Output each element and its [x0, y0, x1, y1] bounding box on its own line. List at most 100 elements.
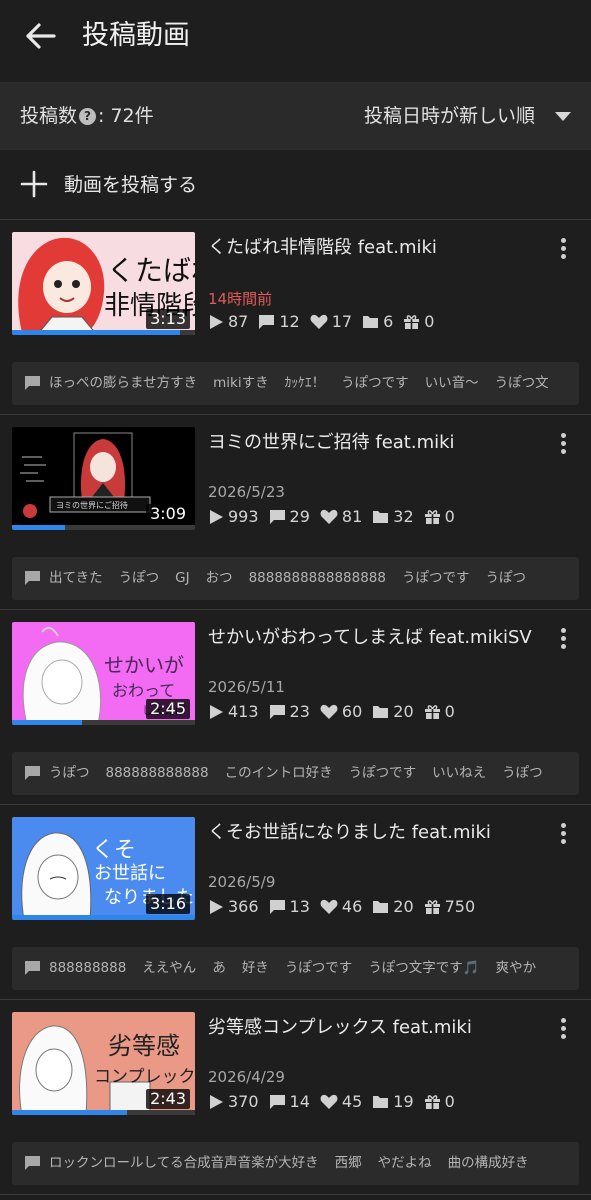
- comment-preview-item: mikiすき: [213, 375, 269, 391]
- comment-preview-item: このイントロ好き: [224, 765, 333, 781]
- video-thumbnail[interactable]: くたばれ 非情階段 3:13: [12, 232, 195, 335]
- gift-icon: [424, 1094, 440, 1109]
- comment-preview-item: うぽつです: [402, 570, 470, 586]
- app-bar: 投稿動画: [0, 0, 591, 74]
- gift-count: 0: [424, 1092, 455, 1111]
- heart-icon: [320, 899, 338, 914]
- gift-count: 0: [424, 507, 455, 526]
- video-thumbnail[interactable]: ヨミの世界にご招待 3:09: [12, 427, 195, 530]
- view-count: 366: [208, 897, 259, 916]
- video-stats: 370 14 45 19 0: [208, 1092, 465, 1111]
- comment-count: 23: [269, 702, 310, 721]
- plus-icon: [20, 170, 48, 198]
- heart-icon: [320, 509, 338, 524]
- more-options-icon[interactable]: [554, 433, 572, 459]
- comment-count: 29: [269, 507, 310, 526]
- playback-progress-fill: [12, 330, 181, 335]
- playback-progress: [12, 915, 195, 920]
- comment-preview-item: うぽつ: [49, 765, 90, 781]
- comment-preview-item: 爽やか: [495, 960, 537, 976]
- comment-preview-item: 曲の構成好き: [447, 1155, 529, 1171]
- mylist-count: 6: [362, 312, 393, 331]
- video-duration: 2:45: [146, 699, 190, 719]
- playback-progress-fill: [12, 1110, 128, 1115]
- comment-preview-list: 888888888 ええやんあ好き うぽつです うぽつ文字です🎵 爽やか: [49, 947, 552, 990]
- comment-preview-item: うぽつです: [284, 960, 353, 976]
- comment-preview-bar[interactable]: 出てきた うぽつ GJ おつ 8888888888888888 うぽつです うぽつ: [12, 557, 579, 600]
- svg-text:せかいが: せかいが: [104, 653, 184, 677]
- like-count: 45: [320, 1092, 362, 1111]
- video-title[interactable]: せかいがおわってしまえば feat.mikiSV: [208, 626, 538, 650]
- comment-preview-item: おつ: [205, 570, 233, 586]
- video-duration: 3:09: [146, 504, 190, 524]
- heart-icon: [320, 1094, 338, 1109]
- comment-preview-item: いい音～: [424, 375, 479, 391]
- video-title[interactable]: ヨミの世界にご招待 feat.miki: [208, 431, 538, 455]
- comment-preview-item: ｶｯｹｴ！: [284, 375, 326, 391]
- post-count-label: 投稿数: [20, 105, 78, 127]
- comment-icon: [25, 766, 40, 780]
- help-icon[interactable]: ?: [79, 107, 97, 125]
- gift-icon: [404, 314, 420, 329]
- more-options-icon[interactable]: [554, 1018, 572, 1044]
- video-item[interactable]: くそ お世話に なりました 3:16 くそお世話になりました feat.miki…: [0, 805, 591, 1000]
- comment-icon: [259, 314, 275, 329]
- play-icon: [210, 509, 223, 524]
- video-item[interactable]: くたばれ 非情階段 3:13 くたばれ非情階段 feat.miki 14時間前 …: [0, 220, 591, 415]
- like-count: 17: [310, 312, 352, 331]
- video-item[interactable]: 劣等感 コンプレックス 2:43 劣等感コンプレックス feat.miki 20…: [0, 1000, 591, 1195]
- video-date: 14時間前: [208, 290, 273, 308]
- video-thumbnail[interactable]: くそ お世話に なりました 3:16: [12, 817, 195, 920]
- video-thumbnail[interactable]: せかいが おわって しまえば 2:45: [12, 622, 195, 725]
- comment-preview-item: ええやん: [142, 960, 197, 976]
- comment-preview-item: うぽつ文字です🎵: [368, 960, 480, 976]
- more-options-icon[interactable]: [554, 238, 572, 264]
- video-title[interactable]: くたばれ非情階段 feat.miki: [208, 236, 538, 260]
- comment-count: 13: [269, 897, 310, 916]
- video-date: 2026/5/23: [208, 483, 285, 501]
- comment-preview-item: 888888888888: [105, 765, 209, 781]
- like-count: 81: [320, 507, 362, 526]
- svg-text:お世話に: お世話に: [94, 863, 166, 884]
- comment-icon: [25, 1156, 40, 1170]
- folder-icon: [373, 706, 389, 718]
- mylist-count: 20: [372, 702, 414, 721]
- post-count-value: : 72件: [98, 105, 154, 127]
- view-count: 993: [208, 507, 259, 526]
- comment-preview-bar[interactable]: うぽつ 888888888888 このイントロ好き うぽつです いいねえ うぽつ: [12, 752, 579, 795]
- back-arrow-icon[interactable]: [18, 16, 62, 56]
- comment-icon: [25, 571, 40, 585]
- comment-icon: [269, 1094, 285, 1109]
- sort-dropdown[interactable]: 投稿日時が新しい順: [364, 82, 571, 150]
- comment-icon: [269, 509, 285, 524]
- chevron-down-icon: [555, 111, 571, 121]
- comment-preview-item: うぽつ文: [494, 375, 549, 391]
- svg-text:コンプレックス: コンプレックス: [94, 1067, 195, 1087]
- comment-preview-bar[interactable]: 888888888 ええやんあ好き うぽつです うぽつ文字です🎵 爽やか: [12, 947, 579, 990]
- like-count: 46: [320, 897, 362, 916]
- more-options-icon[interactable]: [554, 628, 572, 654]
- more-options-icon[interactable]: [554, 823, 572, 849]
- video-item[interactable]: せかいが おわって しまえば 2:45 せかいがおわってしまえば feat.mi…: [0, 610, 591, 805]
- playback-progress: [12, 525, 195, 530]
- folder-icon: [373, 901, 389, 913]
- folder-icon: [363, 316, 379, 328]
- video-date: 2026/4/29: [208, 1068, 285, 1086]
- view-count: 87: [208, 312, 248, 331]
- comment-preview-list: うぽつ 888888888888 このイントロ好き うぽつです いいねえ うぽつ: [49, 752, 559, 795]
- gift-icon: [424, 704, 440, 719]
- video-item[interactable]: ヨミの世界にご招待 3:09 ヨミの世界にご招待 feat.miki 2026/…: [0, 415, 591, 610]
- video-title[interactable]: くそお世話になりました feat.miki: [208, 821, 538, 845]
- video-thumbnail[interactable]: 劣等感 コンプレックス 2:43: [12, 1012, 195, 1115]
- post-count: 投稿数?: 72件: [20, 82, 154, 150]
- video-title[interactable]: 劣等感コンプレックス feat.miki: [208, 1016, 538, 1040]
- video-duration: 2:43: [146, 1089, 190, 1109]
- gift-icon: [424, 899, 440, 914]
- play-icon: [210, 704, 223, 719]
- comment-preview-bar[interactable]: ほっぺの膨らませ方すき mikiすき ｶｯｹｴ！ うぽつです いい音～ うぽつ文: [12, 362, 579, 405]
- comment-count: 12: [258, 312, 300, 331]
- comment-preview-bar[interactable]: ロックンロールしてる合成音声音楽が大好き 西郷 やだよね 曲の構成好き: [12, 1142, 579, 1185]
- view-count: 370: [208, 1092, 259, 1111]
- comment-preview-item: 8888888888888888: [248, 570, 386, 586]
- comment-icon: [269, 899, 285, 914]
